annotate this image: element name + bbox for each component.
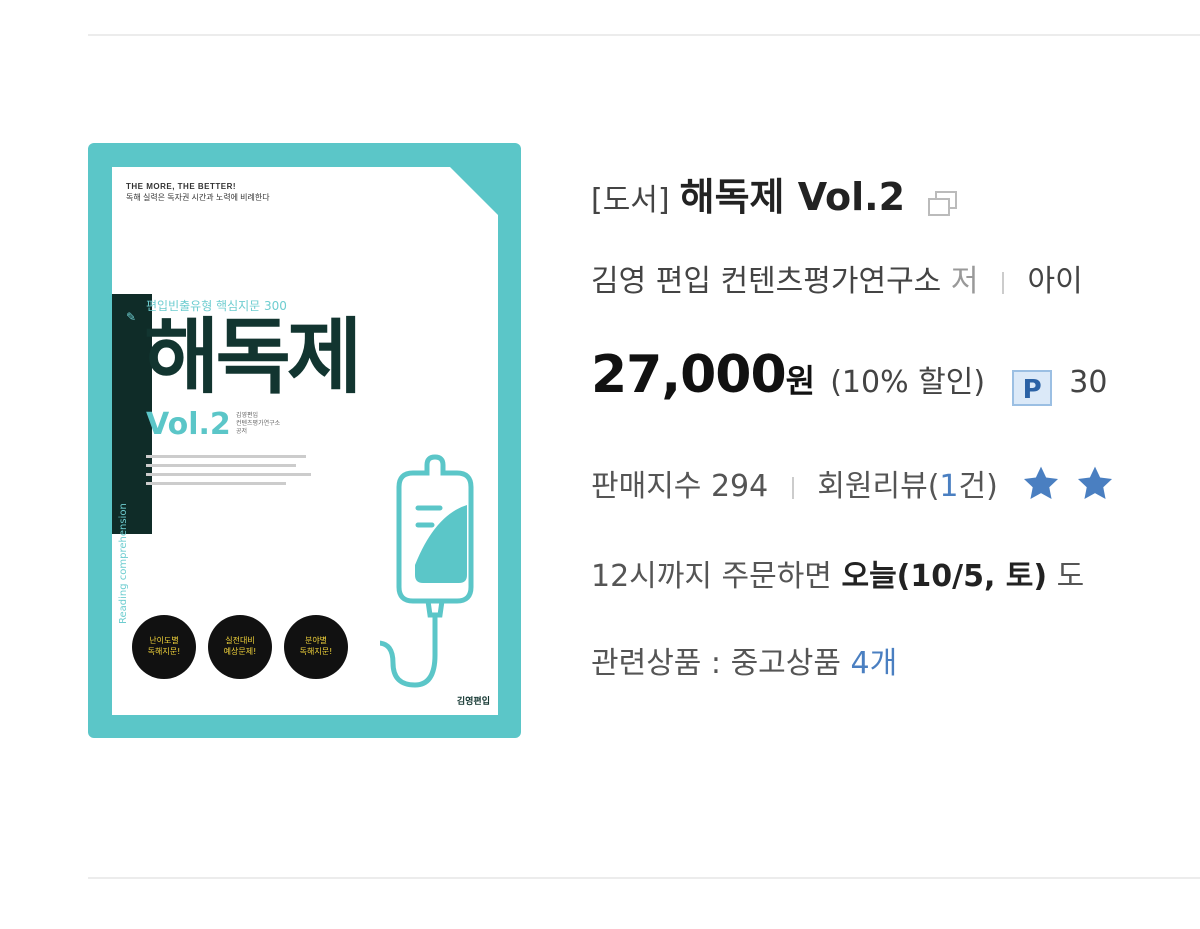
review-label: 회원리뷰( xyxy=(817,469,940,504)
microscope-icon: ✎ xyxy=(126,310,137,324)
product-title[interactable]: 해독제 Vol.2 xyxy=(680,175,905,219)
cover-slogan-line2: 독해 실력은 독자권 시간과 노력에 비례한다 xyxy=(126,193,270,202)
sale-price: 27,000 xyxy=(591,345,787,405)
cover-slogan-line1: THE MORE, THE BETTER! xyxy=(126,182,237,191)
cover-authors-line2: 컨텐츠평가연구소 xyxy=(236,420,281,427)
point-icon: P xyxy=(1012,369,1053,406)
iv-bag-illustration xyxy=(380,454,474,688)
stats-separator xyxy=(791,476,794,499)
related-label: 관련상품 : 중고상품 xyxy=(591,646,841,681)
cover-authors: 김영편입 컨텐츠평가연구소 공저 xyxy=(236,412,280,436)
price-row: 27,000원 (10% 할인) P 30 xyxy=(591,345,1107,406)
cover-corner-fold xyxy=(450,167,498,215)
review-link[interactable]: 회원리뷰(1건) xyxy=(817,469,998,504)
copy-icon[interactable] xyxy=(926,189,960,223)
delivery-date: 오늘(10/5, 토) xyxy=(841,559,1048,594)
cover-badge-2: 실전대비 예상문제! xyxy=(208,615,272,679)
cover-badge-2-line2: 예상문제! xyxy=(223,647,257,656)
cover-badge-3: 분야별 독해지문! xyxy=(284,615,348,679)
author-link[interactable]: 김영 편입 컨텐츠평가연구소 xyxy=(591,264,941,299)
cover-page: THE MORE, THE BETTER! 독해 실력은 독자권 시간과 노력에… xyxy=(112,167,498,715)
related-products-row: 관련상품 : 중고상품 4개 xyxy=(591,638,897,682)
cover-authors-line1: 김영편입 xyxy=(236,412,259,419)
star-icon xyxy=(1075,465,1115,511)
stats-row: 판매지수 294 회원리뷰(1건) xyxy=(591,461,1115,511)
discount-rate: (10% 할인) xyxy=(830,365,986,400)
price-currency: 원 xyxy=(785,362,816,400)
delivery-prefix: 12시까지 주문하면 xyxy=(591,559,832,594)
star-icon xyxy=(1021,465,1061,511)
cover-badge-1: 난이도별 독해지문! xyxy=(132,615,196,679)
author-row: 김영 편입 컨텐츠평가연구소 저 아이 xyxy=(591,256,1083,300)
product-title-row: [도서] 해독제 Vol.2 xyxy=(591,166,960,223)
author-role: 저 xyxy=(950,264,979,299)
cover-badge-3-line2: 독해지문! xyxy=(299,647,333,656)
author-separator xyxy=(1001,271,1004,294)
reward-points: 30 xyxy=(1069,365,1108,400)
used-products-link[interactable]: 4개 xyxy=(851,646,898,681)
review-count: 1 xyxy=(939,469,959,504)
cover-badge-2-line1: 실전대비 xyxy=(225,636,255,645)
publisher-link[interactable]: 아이 xyxy=(1028,264,1083,299)
sales-index-label: 판매지수 xyxy=(591,469,702,504)
cover-authors-line3: 공저 xyxy=(236,428,248,435)
cover-description-lines xyxy=(146,449,346,491)
bottom-divider xyxy=(88,877,1200,879)
sales-index-value: 294 xyxy=(710,469,769,504)
cover-volume: Vol.2 xyxy=(146,407,231,442)
cover-spine-text: Reading comprehension xyxy=(118,503,129,624)
product-category: [도서] xyxy=(591,183,670,218)
book-cover-image[interactable]: THE MORE, THE BETTER! 독해 실력은 독자권 시간과 노력에… xyxy=(88,143,521,738)
cover-badge-1-line2: 독해지문! xyxy=(147,647,181,656)
cover-title: 해독제 xyxy=(144,310,362,405)
cover-badge-1-line1: 난이도별 xyxy=(149,636,179,645)
cover-publisher-logo: 김영편입 xyxy=(456,697,490,707)
delivery-suffix: 도 xyxy=(1056,559,1085,594)
cover-slogan: THE MORE, THE BETTER! 독해 실력은 독자권 시간과 노력에… xyxy=(126,181,270,203)
cover-badge-3-line1: 분야별 xyxy=(304,636,328,645)
delivery-row: 12시까지 주문하면 오늘(10/5, 토) 도 xyxy=(591,551,1084,595)
top-divider xyxy=(88,34,1200,36)
review-suffix: 건) xyxy=(958,469,998,504)
